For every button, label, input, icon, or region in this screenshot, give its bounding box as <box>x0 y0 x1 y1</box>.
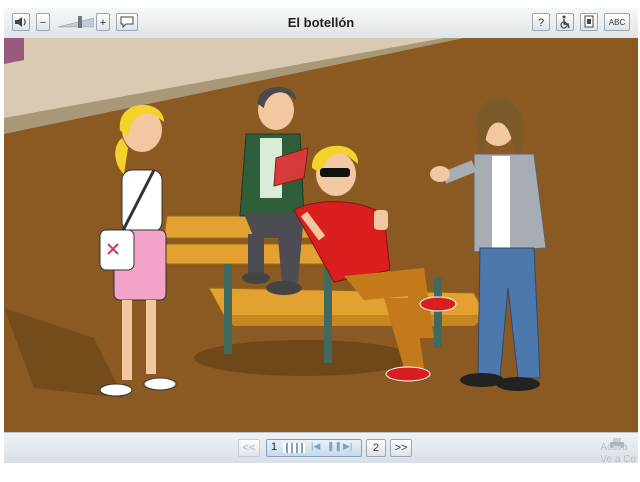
app-window: − + El botellón ? ABC << 1 |◀ ❚❚ ▶| 2 >>… <box>0 0 640 482</box>
scene-illustration <box>4 38 638 432</box>
current-page-number: 1 <box>271 441 278 453</box>
last-frame-icon[interactable]: ▶| <box>343 441 352 452</box>
document-button[interactable] <box>580 13 598 31</box>
next-page-button[interactable]: >> <box>390 439 412 457</box>
accessibility-button[interactable] <box>556 13 574 31</box>
abc-button[interactable]: ABC <box>604 13 630 31</box>
top-toolbar: − + El botellón ? ABC <box>4 8 638 39</box>
activation-watermark: Activa Ve a Co <box>600 442 636 465</box>
bottom-nav-bar: << 1 |◀ ❚❚ ▶| 2 >> <box>4 432 638 463</box>
first-frame-icon[interactable]: |◀ <box>311 441 320 452</box>
document-icon <box>584 15 594 28</box>
wheelchair-icon <box>560 15 570 29</box>
page-2-button[interactable]: 2 <box>366 439 386 457</box>
pause-icon[interactable]: ❚❚ <box>327 441 342 452</box>
page-indicator: 1 |◀ ❚❚ ▶| <box>266 439 362 457</box>
help-button[interactable]: ? <box>532 13 550 31</box>
wall-door <box>4 38 24 64</box>
progress-bars <box>283 443 305 453</box>
prev-page-button[interactable]: << <box>238 439 260 457</box>
